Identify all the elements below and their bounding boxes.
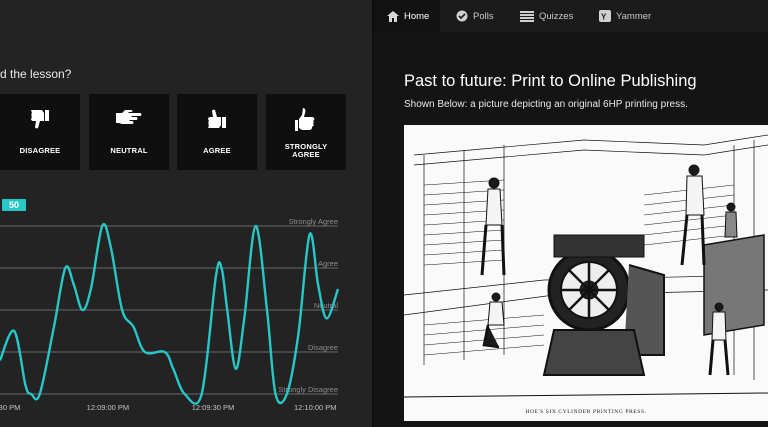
agree-button[interactable]: AGREE [177, 94, 257, 170]
image-caption: HOE'S SIX CYLINDER PRINTING PRESS. [525, 409, 647, 415]
agree-label: AGREE [203, 146, 231, 155]
tab-quizzes[interactable]: Quizzes [520, 0, 573, 32]
check-circle-icon [456, 10, 468, 22]
tab-yammer-label: Yammer [616, 10, 652, 22]
response-line-chart: Strongly AgreeAgreeNeutralDisagreeStrong… [0, 217, 340, 412]
x-axis-tick-label: 12:10:00 PM [294, 403, 337, 412]
neutral-label: NEUTRAL [110, 146, 148, 155]
list-icon [520, 10, 534, 22]
y-axis-label: Strongly Agree [289, 217, 338, 226]
svg-text:Y: Y [601, 13, 607, 22]
tab-polls[interactable]: Polls [456, 0, 494, 32]
tab-yammer[interactable]: Y Yammer [599, 0, 651, 32]
x-axis-tick-label: 12:09:30 PM [192, 403, 235, 412]
tab-home[interactable]: Home [374, 0, 440, 32]
disagree-button[interactable]: DISAGREE [0, 94, 80, 170]
thumbs-up-icon [208, 109, 226, 128]
thumbs-down-icon [31, 110, 49, 129]
home-icon [387, 10, 399, 22]
content-panel: Home Polls Quizzes Y Yammer Past to futu… [374, 0, 768, 427]
neutral-hand-icon [116, 110, 142, 124]
disagree-label: DISAGREE [19, 146, 61, 155]
x-axis-tick-label: 12:09:00 PM [87, 403, 130, 412]
response-series-line [0, 223, 340, 405]
survey-question: d the lesson? [0, 67, 72, 81]
printing-press-illustration [404, 134, 768, 398]
tab-bar: Home Polls Quizzes Y Yammer [374, 0, 768, 32]
tab-polls-label: Polls [473, 10, 494, 22]
strong-thumbs-up-icon [295, 108, 315, 131]
printing-press-image: HOE'S SIX CYLINDER PRINTING PRESS. [404, 125, 768, 421]
survey-panel: d the lesson? DISAGREE NEUTRAL AGREE STR… [0, 0, 372, 427]
x-axis-tick-label: 08:30 PM [0, 403, 20, 412]
tab-quizzes-label: Quizzes [539, 10, 574, 22]
strongly-agree-label-line2: AGREE [292, 150, 320, 159]
y-axis-label: Agree [318, 259, 338, 268]
page-title: Past to future: Print to Online Publishi… [404, 72, 697, 90]
yammer-icon: Y [599, 10, 611, 22]
strongly-agree-button[interactable]: STRONGLY AGREE [266, 94, 346, 170]
tab-home-label: Home [404, 10, 430, 22]
neutral-button[interactable]: NEUTRAL [89, 94, 169, 170]
page-subtitle: Shown Below: a picture depicting an orig… [404, 99, 688, 110]
y-axis-label: Disagree [308, 343, 338, 352]
strongly-agree-label: STRONGLY AGREE [266, 143, 346, 159]
